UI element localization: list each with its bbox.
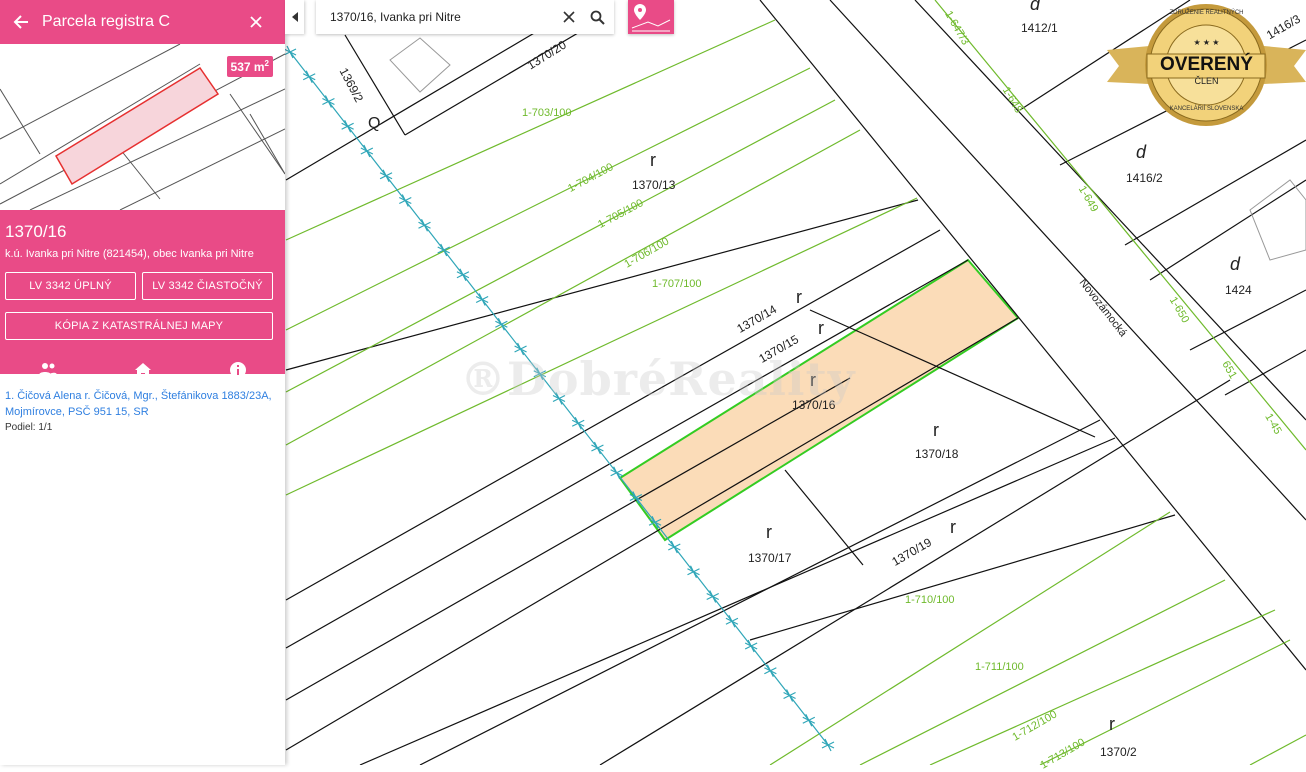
tab-info[interactable]: [190, 354, 285, 386]
pipeline-marker: [341, 119, 354, 133]
badge-ring-top: ZDRUŽENIE REALITNÝCH: [1169, 10, 1244, 16]
pipeline-marker: [706, 590, 719, 603]
clear-icon[interactable]: [558, 6, 580, 28]
pipeline-marker: [437, 243, 450, 257]
pipeline-marker: [302, 70, 316, 84]
pipeline-marker: [475, 293, 489, 306]
pipeline-marker: [418, 218, 431, 232]
pipeline-marker: [821, 738, 835, 752]
badge-main-text: OVERENÝ: [1160, 54, 1253, 75]
selected-parcel: [618, 258, 1020, 542]
pipeline-marker: [591, 441, 604, 455]
search-icon[interactable]: [586, 6, 608, 28]
pipeline-marker: [802, 713, 816, 727]
location-map-button[interactable]: [628, 0, 674, 34]
pipeline-marker: [687, 565, 700, 579]
area-unit: 2: [264, 59, 269, 68]
badge-stars: ★ ★ ★: [1193, 38, 1220, 47]
cadastral-info: k.ú. Ivanka pri Nitre (821454), obec Iva…: [5, 248, 254, 260]
pipeline-marker: [764, 664, 777, 678]
owner-link[interactable]: 1. Čičová Alena r. Čičová, Mgr., Štefáni…: [5, 388, 280, 420]
pipeline-marker: [744, 639, 758, 653]
parcel-sidebar: Parcela registra C 537 m2 1370/16 k.ú. I…: [0, 0, 285, 765]
pipeline-marker: [571, 416, 585, 430]
pipeline-marker: [668, 540, 681, 554]
parcel-preview-map: 537 m2: [0, 44, 285, 210]
owner-share: Podiel: 1/1: [5, 422, 53, 433]
home-icon: [134, 362, 151, 378]
tab-owners[interactable]: [0, 354, 95, 386]
map-pin-icon: [631, 4, 671, 32]
pipeline-marker: [322, 95, 335, 108]
badge-sub-text: ČLEN: [1194, 76, 1219, 86]
verified-member-badge: ZDRUŽENIE REALITNÝCH ★ ★ ★ OVERENÝ ČLEN …: [1107, 2, 1306, 128]
close-icon[interactable]: [245, 11, 267, 33]
pipeline-marker: [456, 268, 470, 282]
pipeline-marker: [725, 614, 739, 628]
pipeline-marker: [514, 342, 527, 356]
area-value: 537 m: [230, 60, 265, 74]
people-icon: [38, 363, 57, 375]
map-copy-button[interactable]: Kópia z katastrálnej mapy: [5, 312, 273, 340]
info-icon: [229, 362, 246, 378]
lv-partial-button[interactable]: LV 3342 čiastočný: [142, 272, 273, 300]
pipeline-marker: [283, 45, 297, 59]
chevron-left-icon: [291, 12, 298, 22]
pipeline-marker: [379, 169, 393, 183]
search-input[interactable]: [328, 9, 558, 25]
collapse-sidebar-button[interactable]: [285, 0, 304, 34]
tab-building[interactable]: [95, 354, 190, 386]
badge-ring-bottom: KANCELÁRIÍ SLOVENSKA: [1169, 106, 1244, 112]
area-badge: 537 m2: [226, 56, 273, 77]
pipeline-marker: [783, 689, 796, 702]
pipeline-marker: [360, 144, 374, 158]
pipeline-marker: [552, 392, 566, 405]
sidebar-title: Parcela registra C: [42, 13, 171, 30]
back-arrow-icon[interactable]: [10, 11, 32, 33]
sidebar-header: Parcela registra C: [0, 0, 285, 44]
lv-full-button[interactable]: LV 3342 úplný: [5, 272, 136, 300]
pipeline-marker: [399, 194, 412, 207]
parcel-info-panel: 1370/16 k.ú. Ivanka pri Nitre (821454), …: [0, 210, 285, 386]
parcel-number: 1370/16: [5, 222, 67, 241]
search-bar: [316, 0, 614, 34]
